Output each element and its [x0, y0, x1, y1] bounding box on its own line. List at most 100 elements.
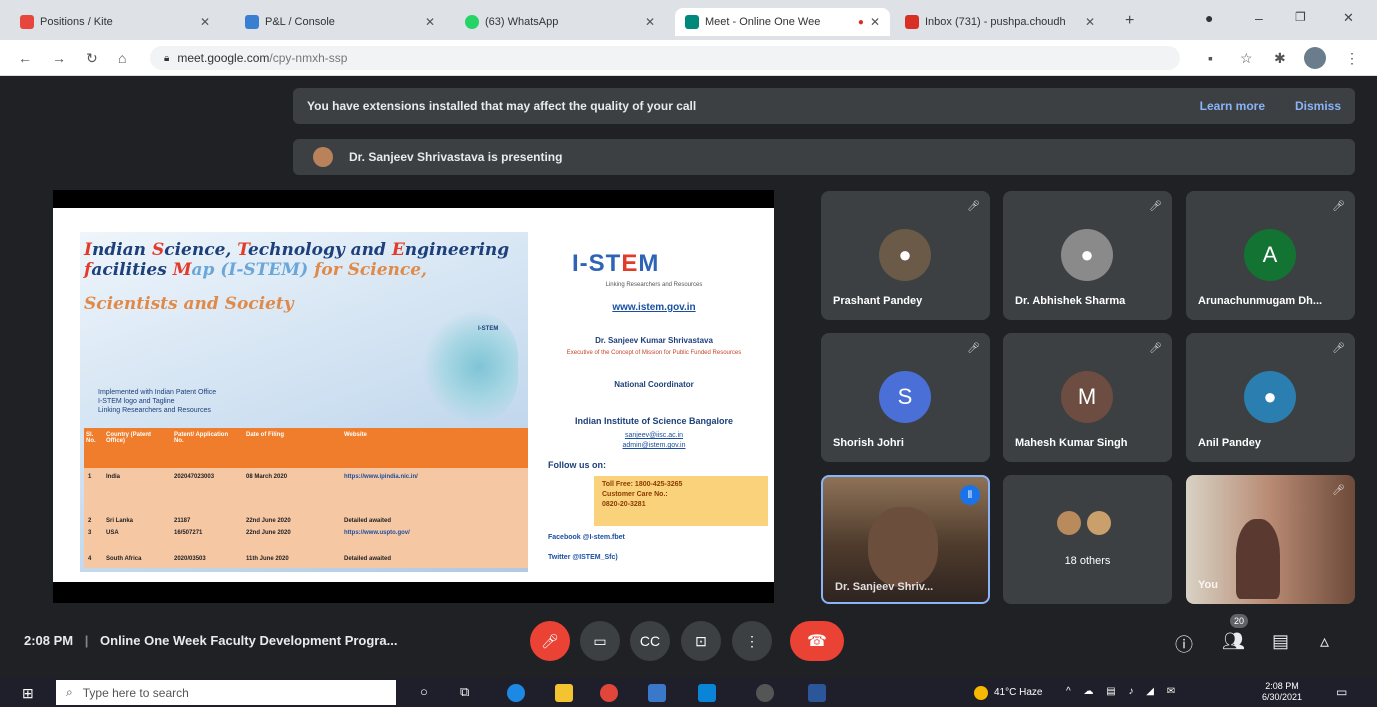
activities-icon[interactable]: ▵ — [1320, 631, 1329, 652]
participant-tile[interactable]: 🎤︎ ● Anil Pandey — [1186, 333, 1355, 462]
task-view-icon[interactable]: ⧉ — [460, 684, 469, 700]
table-cell: USA — [106, 530, 119, 536]
cortana-icon[interactable]: ○ — [420, 684, 428, 699]
tray-icons[interactable]: ^ ☁ ▤ ♪ ◢ ✉ — [1066, 686, 1180, 697]
avatar[interactable] — [1304, 47, 1326, 69]
participant-tile[interactable]: 🎤︎ ● Dr. Abhishek Sharma — [1003, 191, 1172, 320]
participant-tile[interactable]: 🎤︎ A Arunachunmugam Dh... — [1186, 191, 1355, 320]
meeting-details-icon[interactable]: ⓘ — [1175, 631, 1193, 657]
chrome-icon[interactable] — [600, 684, 618, 702]
lock-icon: 🔒︎ — [164, 52, 170, 64]
settings-icon[interactable] — [756, 684, 774, 702]
close-icon[interactable]: ✕ — [200, 15, 210, 29]
mail-icon[interactable] — [698, 684, 716, 702]
table-header-cell: Website — [344, 432, 367, 438]
slide-subtitle: Implemented with Indian Patent Office I-… — [98, 388, 216, 415]
subtitle-line: Linking Researchers and Resources — [98, 407, 211, 414]
kite-favicon-icon — [20, 15, 34, 29]
present-button[interactable]: ⊡ — [681, 621, 721, 661]
mic-off-icon: 🎤︎ — [1149, 201, 1162, 212]
table-header-cell: Date of Filing — [246, 432, 284, 438]
restore-icon[interactable]: ❐ — [1295, 10, 1306, 24]
reload-icon[interactable]: ↻ — [86, 50, 98, 67]
participant-tile[interactable]: 🎤︎ M Mahesh Kumar Singh — [1003, 333, 1172, 462]
camera-toggle-button[interactable]: ▭ — [580, 621, 620, 661]
slide-follow: Follow us on: — [548, 460, 606, 470]
gmail-favicon-icon — [905, 15, 919, 29]
new-tab-button[interactable]: + — [1125, 12, 1134, 30]
participant-tile[interactable]: 🎤︎ ● Prashant Pandey — [821, 191, 990, 320]
home-icon[interactable]: ⌂ — [118, 50, 126, 66]
title-part: ndian — [91, 240, 152, 260]
istem-logo: I-STEM — [572, 250, 659, 278]
tab-title: Meet - Online One Wee — [705, 16, 821, 28]
mic-off-icon: 🎤︎ — [967, 343, 980, 354]
profile-icon[interactable]: ● — [1205, 10, 1213, 26]
participant-tile[interactable]: 🎤︎ S Shorish Johri — [821, 333, 990, 462]
forward-icon[interactable]: → — [52, 50, 66, 66]
captions-button[interactable]: CC — [630, 621, 670, 661]
notifications-icon[interactable]: ▭ — [1336, 685, 1347, 699]
table-cell: 22nd June 2020 — [246, 518, 291, 524]
browser-tab[interactable]: Positions / Kite ✕ — [10, 8, 220, 36]
clock[interactable]: 2:08 PM 6/30/2021 — [1262, 681, 1302, 703]
console-favicon-icon — [245, 15, 259, 29]
weather-text[interactable]: 41°C Haze — [994, 687, 1042, 698]
extensions-icon[interactable]: ✱ — [1274, 50, 1286, 67]
chat-icon[interactable]: ▤ — [1272, 631, 1289, 652]
self-video-tile[interactable]: 🎤︎ You — [1186, 475, 1355, 604]
participant-name: Anil Pandey — [1198, 437, 1261, 449]
word-icon[interactable] — [808, 684, 826, 702]
captions-icon: CC — [639, 633, 661, 649]
edge-icon[interactable] — [507, 684, 525, 702]
speaking-indicator-icon: ⦀ — [960, 485, 980, 505]
mic-toggle-button[interactable]: 🎤︎ — [530, 621, 570, 661]
table-cell: Detailed awaited — [344, 556, 392, 562]
browser-tab-active[interactable]: Meet - Online One Wee ● ✕ — [675, 8, 890, 36]
browser-tab[interactable]: P&L / Console ✕ — [235, 8, 445, 36]
learn-more-link[interactable]: Learn more — [1200, 99, 1265, 113]
table-cell: 11th June 2020 — [246, 556, 289, 562]
care-label: Customer Care No.: — [602, 491, 668, 498]
table-cell: 1 — [88, 474, 92, 480]
close-icon[interactable]: ✕ — [870, 15, 880, 29]
more-options-button[interactable]: ⋮ — [732, 621, 772, 661]
store-icon[interactable] — [648, 684, 666, 702]
mic-off-icon: 🎤︎ — [1332, 485, 1345, 496]
minimize-icon[interactable]: – — [1255, 10, 1263, 26]
dismiss-button[interactable]: Dismiss — [1295, 99, 1341, 113]
participant-avatar — [1087, 511, 1111, 535]
slide-title: Indian Science, Technology and Engineeri… — [84, 240, 524, 280]
menu-icon[interactable]: ⋮ — [1345, 50, 1359, 67]
present-icon: ⊡ — [695, 632, 707, 649]
slide-twitter: Twitter @ISTEM_Sfc) — [548, 554, 618, 561]
logo-part: M — [638, 250, 660, 277]
mic-off-icon: 🎤︎ — [967, 201, 980, 212]
file-explorer-icon[interactable] — [555, 684, 573, 702]
slide-email: admin@istem.gov.in — [622, 442, 686, 449]
mic-off-icon: 🎤︎ — [1332, 201, 1345, 212]
window-close-icon[interactable]: ✕ — [1343, 10, 1354, 26]
camera-permission-icon[interactable]: ▪ — [1208, 50, 1213, 66]
close-icon[interactable]: ✕ — [645, 15, 655, 29]
browser-tab[interactable]: (63) WhatsApp ✕ — [455, 8, 665, 36]
table-cell: 2 — [88, 518, 92, 524]
people-icon[interactable]: 👥︎ — [1222, 631, 1245, 652]
close-icon[interactable]: ✕ — [425, 15, 435, 29]
table-cell: 22nd June 2020 — [246, 530, 291, 536]
presenter-video-tile[interactable]: ⦀ Dr. Sanjeev Shriv... — [821, 475, 990, 604]
windows-start-icon[interactable]: ⊞ — [22, 685, 34, 702]
slide-title-line3: Scientists and Society — [84, 294, 294, 314]
others-tile[interactable]: 18 others — [1003, 475, 1172, 604]
star-icon[interactable]: ☆ — [1240, 50, 1253, 67]
close-icon[interactable]: ✕ — [1085, 15, 1095, 29]
url-path: /cpy-nmxh-ssp — [269, 51, 348, 65]
participant-name: Dr. Abhishek Sharma — [1015, 295, 1126, 307]
leave-call-button[interactable]: ☎︎ — [790, 621, 844, 661]
url-field[interactable]: 🔒︎ meet.google.com /cpy-nmxh-ssp — [150, 46, 1180, 70]
browser-tab[interactable]: Inbox (731) - pushpa.choudh ✕ — [895, 8, 1105, 36]
back-icon[interactable]: ← — [18, 50, 32, 66]
table-cell: 2020/03503 — [174, 556, 206, 562]
url-host: meet.google.com — [177, 51, 270, 65]
taskbar-search-box[interactable]: ⌕ Type here to search — [56, 680, 396, 705]
